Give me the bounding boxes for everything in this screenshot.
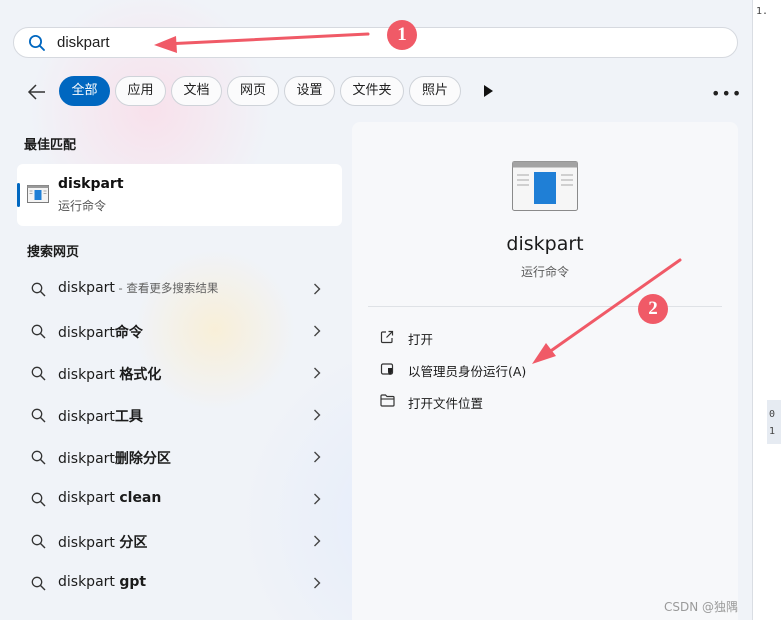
search-icon (31, 534, 46, 549)
search-icon (29, 35, 45, 51)
watermark: CSDN @独隅 (664, 600, 739, 614)
web-result-item[interactable]: diskpart - 查看更多搜索结果 (17, 272, 342, 306)
web-result-text: diskpart工具 (58, 409, 143, 425)
chevron-right-icon (314, 409, 321, 421)
web-result-text: diskpart 分区 (58, 535, 148, 551)
web-result-item[interactable]: diskpart命令 (17, 314, 342, 348)
search-input[interactable]: diskpart (57, 34, 110, 51)
search-icon (31, 366, 46, 381)
web-result-note: - 查看更多搜索结果 (114, 281, 219, 295)
chevron-right-icon (314, 325, 321, 337)
open-file-location-label: 打开文件位置 (408, 396, 484, 411)
filter-chip-documents[interactable]: 文档 (171, 76, 222, 106)
chevron-right-icon (314, 283, 321, 295)
annotation-badge-2: 2 (638, 294, 668, 324)
search-icon (31, 492, 46, 507)
shield-icon (380, 363, 394, 375)
web-result-item[interactable]: diskpart clean (17, 482, 342, 516)
web-result-item[interactable]: diskpart删除分区 (17, 440, 342, 474)
more-options-icon[interactable]: ••• (711, 84, 742, 103)
web-result-text: diskpart gpt (58, 574, 147, 590)
background-window-text: 0 (769, 409, 776, 420)
web-result-item[interactable]: diskpart gpt (17, 566, 342, 600)
chevron-right-icon (314, 451, 321, 463)
open-action-label: 打开 (408, 332, 434, 347)
best-match-subtitle: 运行命令 (58, 199, 107, 213)
filter-chip-folders[interactable]: 文件夹 (340, 76, 404, 106)
chevron-right-icon (314, 493, 321, 505)
filter-chip-web[interactable]: 网页 (227, 76, 279, 106)
filter-chip-settings[interactable]: 设置 (284, 76, 335, 106)
search-icon (31, 576, 46, 591)
run-as-admin-label: 以管理员身份运行(A) (408, 364, 527, 379)
filter-chip-apps[interactable]: 应用 (115, 76, 166, 106)
detail-app-name: diskpart (506, 233, 584, 255)
web-result-text: diskpart clean (58, 490, 162, 506)
web-result-text: diskpart命令 (58, 325, 143, 341)
annotation-badge-1: 1 (387, 20, 417, 50)
detail-app-type: 运行命令 (520, 265, 569, 279)
web-result-text: diskpart 格式化 (58, 367, 162, 383)
best-match-item[interactable]: diskpart 运行命令 (17, 164, 342, 226)
web-result-item[interactable]: diskpart 分区 (17, 524, 342, 558)
search-icon (31, 408, 46, 423)
folder-icon (380, 394, 395, 407)
play-more-icon[interactable] (483, 85, 493, 97)
chevron-right-icon (314, 367, 321, 379)
back-arrow-icon[interactable] (25, 80, 49, 104)
web-result-item[interactable]: diskpart工具 (17, 398, 342, 432)
best-match-heading: 最佳匹配 (24, 138, 77, 153)
search-icon (31, 324, 46, 339)
search-box[interactable]: diskpart (13, 27, 738, 58)
best-match-name: diskpart (58, 176, 124, 192)
app-window-icon (512, 161, 578, 211)
background-window-strip: 1. 0 1 (752, 0, 781, 620)
web-search-heading: 搜索网页 (27, 245, 80, 260)
filter-chip-all[interactable]: 全部 (59, 76, 110, 106)
chevron-right-icon (314, 577, 321, 589)
search-icon (31, 450, 46, 465)
search-icon (31, 282, 46, 297)
web-result-item[interactable]: diskpart 格式化 (17, 356, 342, 390)
chevron-right-icon (314, 535, 321, 547)
divider (368, 306, 722, 307)
web-result-text: diskpart删除分区 (58, 451, 171, 467)
selection-indicator (17, 183, 20, 207)
background-window-text: 1. (756, 6, 769, 17)
web-result-text: diskpart - 查看更多搜索结果 (58, 280, 219, 296)
open-external-icon (380, 330, 394, 344)
background-window-bar (767, 400, 781, 444)
app-window-icon (27, 185, 49, 203)
detail-panel: diskpart 运行命令 打开 以管理员身份运行(A) 打开文件位置 (352, 122, 738, 620)
background-window-text: 1 (769, 426, 776, 437)
filter-chip-photos[interactable]: 照片 (409, 76, 461, 106)
